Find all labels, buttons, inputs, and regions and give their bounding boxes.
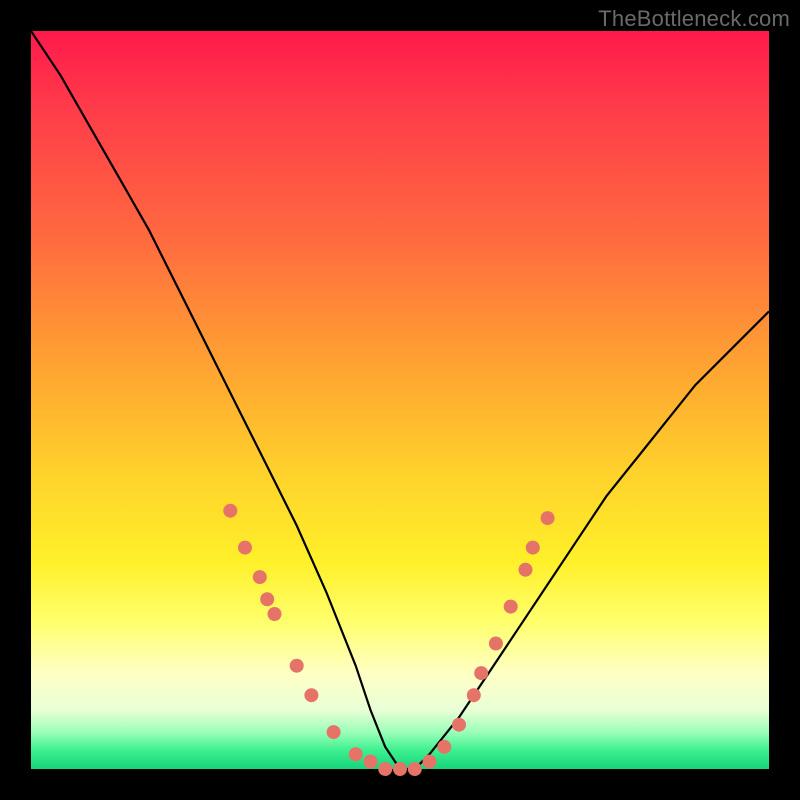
curve-dot — [349, 747, 363, 761]
curve-dot — [541, 511, 555, 525]
curve-dot — [474, 666, 488, 680]
curve-dot — [467, 688, 481, 702]
plot-area — [31, 31, 769, 769]
curve-dot — [489, 637, 503, 651]
curve-dot — [526, 541, 540, 555]
curve-dot — [519, 563, 533, 577]
curve-svg — [31, 31, 769, 769]
watermark-text: TheBottleneck.com — [598, 6, 790, 32]
curve-dot — [378, 762, 392, 776]
curve-dot — [260, 592, 274, 606]
curve-dot — [393, 762, 407, 776]
chart-frame: TheBottleneck.com — [0, 0, 800, 800]
curve-dot — [290, 659, 304, 673]
curve-dot — [452, 718, 466, 732]
curve-dot — [364, 755, 378, 769]
curve-dot — [408, 762, 422, 776]
curve-dot — [504, 600, 518, 614]
curve-dot — [423, 755, 437, 769]
curve-dot — [304, 688, 318, 702]
curve-dot — [437, 740, 451, 754]
bottleneck-curve — [31, 31, 769, 769]
curve-dot — [238, 541, 252, 555]
curve-dot — [223, 504, 237, 518]
curve-markers — [223, 504, 554, 776]
curve-dot — [253, 570, 267, 584]
curve-dot — [327, 725, 341, 739]
curve-dot — [268, 607, 282, 621]
